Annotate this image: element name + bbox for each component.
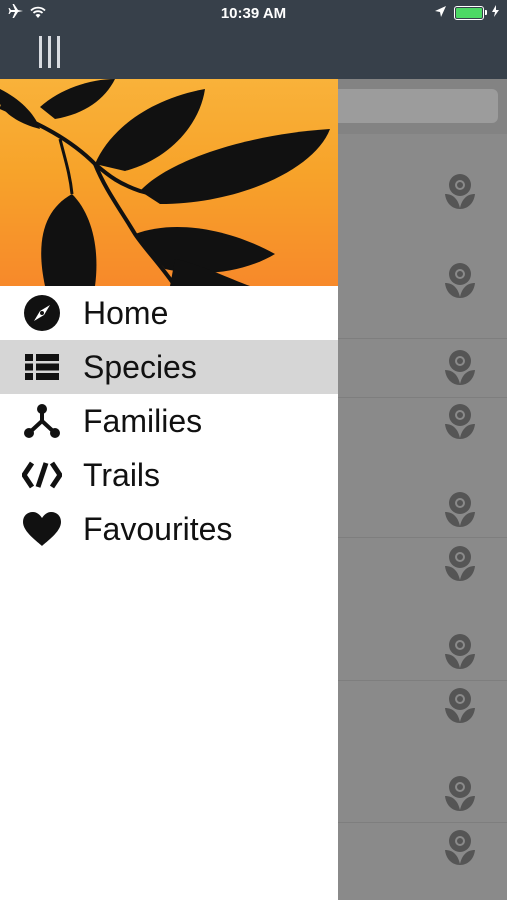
status-time: 10:39 AM bbox=[220, 5, 287, 22]
drawer-item-label: Home bbox=[83, 294, 169, 331]
charging-icon bbox=[492, 4, 499, 21]
drawer-item-families[interactable]: Families bbox=[0, 394, 338, 448]
trail-icon bbox=[22, 455, 62, 495]
flower-icon bbox=[443, 348, 477, 386]
drawer-item-trails[interactable]: Trails bbox=[0, 448, 338, 502]
drawer-item-label: Species bbox=[83, 348, 197, 385]
row-separator bbox=[338, 822, 507, 823]
location-icon bbox=[435, 4, 446, 21]
flower-icon bbox=[443, 402, 477, 440]
flower-icon bbox=[443, 828, 477, 866]
drawer-item-label: Trails bbox=[83, 456, 161, 493]
drawer-item-label: Favourites bbox=[83, 510, 233, 547]
flower-icon bbox=[443, 686, 477, 724]
flower-icon bbox=[443, 544, 477, 582]
drawer-item-favourites[interactable]: Favourites bbox=[0, 502, 338, 556]
row-separator bbox=[338, 338, 507, 339]
battery-icon bbox=[454, 5, 487, 20]
drawer-item-label: Families bbox=[83, 402, 203, 439]
list-icon bbox=[22, 347, 62, 387]
flower-icon bbox=[443, 490, 477, 528]
drawer-header-image bbox=[0, 79, 338, 286]
row-separator bbox=[338, 537, 507, 538]
heart-icon bbox=[22, 509, 62, 549]
search-bar[interactable] bbox=[320, 89, 498, 123]
flower-icon bbox=[443, 632, 477, 670]
tree-branch-icon bbox=[22, 401, 62, 441]
nav-bar bbox=[0, 26, 507, 79]
status-bar: 10:39 AM bbox=[0, 0, 507, 26]
navigation-drawer: Home Species Families Trails Favourites bbox=[0, 79, 338, 900]
row-separator bbox=[338, 397, 507, 398]
flower-icon bbox=[443, 172, 477, 210]
flower-icon bbox=[443, 261, 477, 299]
row-separator bbox=[338, 680, 507, 681]
flower-icon bbox=[443, 774, 477, 812]
drawer-item-species[interactable]: Species bbox=[0, 340, 338, 394]
drawer-item-home[interactable]: Home bbox=[0, 286, 338, 340]
compass-icon bbox=[22, 293, 62, 333]
menu-icon[interactable] bbox=[34, 34, 64, 70]
